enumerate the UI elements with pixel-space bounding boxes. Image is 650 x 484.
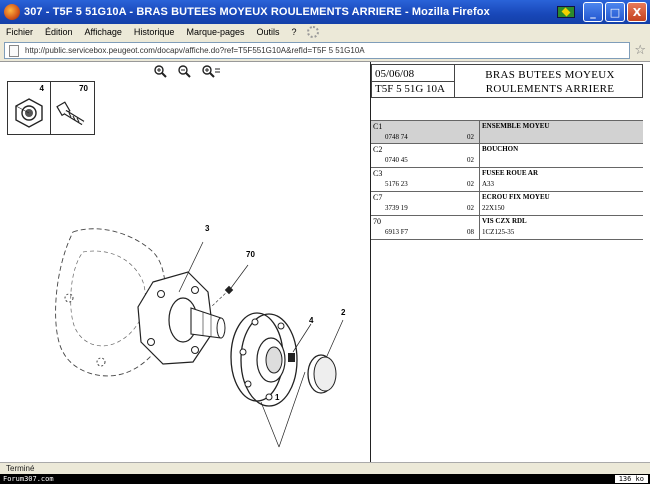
navigation-toolbar: http://public.servicebox.peugeot.com/doc… (0, 40, 650, 61)
status-bar: Terminé (0, 462, 650, 474)
zoom-reset-icon[interactable] (201, 64, 221, 81)
part-qty: 02 (467, 133, 474, 141)
part-description: VIS CZX RDL (482, 217, 527, 225)
menu-historique[interactable]: Historique (128, 27, 181, 37)
nut-icon (15, 98, 43, 128)
callout-2: 2 (341, 308, 346, 317)
zoom-toolbar (153, 64, 221, 81)
part-number: 6913 F7 (385, 228, 409, 236)
part-qty: 02 (467, 180, 474, 188)
window-titlebar[interactable]: 307 - T5F 5 51G10A - BRAS BUTEES MOYEUX … (0, 0, 650, 24)
language-flag-icon[interactable] (557, 6, 575, 18)
column-separator (479, 121, 480, 143)
doc-code: T5F 5 51G 10A (375, 83, 445, 95)
menu-edition[interactable]: Édition (39, 27, 79, 37)
page-icon (9, 44, 19, 57)
url-text[interactable]: http://public.servicebox.peugeot.com/doc… (25, 46, 365, 55)
document-header: 05/06/08 T5F 5 51G 10A BRAS BUTEES MOYEU… (371, 64, 643, 98)
parts-list: C1 0748 74 02 ENSEMBLE MOYEU C2 0740 45 … (371, 120, 643, 240)
firefox-icon (4, 4, 20, 20)
part-thumbnails: 4 70 (7, 81, 95, 135)
header-separator (454, 65, 455, 97)
thumbnail-number: 4 (39, 84, 44, 93)
thumbnail-number: 70 (79, 84, 88, 93)
part-number: 5176 23 (385, 180, 408, 188)
zoom-in-icon[interactable] (153, 64, 167, 81)
part-description: ENSEMBLE MOYEU (482, 122, 550, 130)
thumbnail-nut[interactable]: 4 (7, 81, 51, 135)
part-ref: C3 (373, 169, 383, 178)
part-description: BOUCHON (482, 145, 519, 153)
part-number: 3739 19 (385, 204, 408, 212)
callout-4: 4 (309, 316, 314, 325)
file-size-label: 136 ko (614, 475, 648, 483)
part-ref: C7 (373, 193, 383, 202)
menu-marque-pages[interactable]: Marque-pages (180, 27, 250, 37)
menu-fichier[interactable]: Fichier (0, 27, 39, 37)
zoom-out-icon[interactable] (177, 64, 191, 81)
table-row[interactable]: C2 0740 45 02 BOUCHON (371, 144, 643, 168)
menu-bar: Fichier Édition Affichage Historique Mar… (0, 24, 650, 40)
parts-frame: 05/06/08 T5F 5 51G 10A BRAS BUTEES MOYEU… (371, 62, 650, 463)
callout-70: 70 (246, 250, 255, 259)
page-content: 4 70 3 70 4 2 1 05/06/08 T5F 5 51G 10A B… (0, 61, 650, 463)
menu-help[interactable]: ? (286, 27, 303, 37)
header-rule (372, 81, 454, 82)
part-ref: 70 (373, 217, 381, 226)
forum-watermark: Forum307.com (0, 475, 54, 483)
maximize-button[interactable]: □ (605, 2, 625, 22)
url-bar[interactable]: http://public.servicebox.peugeot.com/doc… (4, 42, 631, 59)
table-row[interactable]: C1 0748 74 02 ENSEMBLE MOYEU (371, 120, 643, 144)
part-number: 0748 74 (385, 133, 408, 141)
loading-throbber-icon (306, 26, 319, 38)
exploded-view-diagram (55, 228, 344, 448)
doc-title-line2: ROULEMENTS ARRIERE (485, 83, 615, 95)
screw-icon (56, 101, 85, 126)
doc-title: BRAS BUTEES MOYEUX ROULEMENTS ARRIERE (458, 68, 642, 96)
bookmark-star-icon[interactable]: ☆ (634, 44, 646, 57)
part-qty: 02 (467, 156, 474, 164)
part-description: FUSEE ROUE AR (482, 169, 539, 177)
part-description: ECROU FIX MOYEU (482, 193, 550, 201)
minimize-button[interactable]: _ (583, 2, 603, 22)
menu-affichage[interactable]: Affichage (79, 27, 128, 37)
table-row[interactable]: C3 5176 23 02 FUSEE ROUE AR A33 (371, 168, 643, 192)
part-qty: 02 (467, 204, 474, 212)
column-separator (479, 216, 480, 239)
table-row[interactable]: 70 6913 F7 08 VIS CZX RDL 1CZ125-35 (371, 216, 643, 240)
column-separator (479, 168, 480, 191)
thumbnail-screw[interactable]: 70 (51, 81, 95, 135)
part-number: 0740 45 (385, 156, 408, 164)
part-qty: 08 (467, 228, 474, 236)
column-separator (479, 144, 480, 167)
status-text: Terminé (6, 464, 35, 473)
part-ref: C2 (373, 145, 383, 154)
table-row[interactable]: C7 3739 19 02 ECROU FIX MOYEU 22X150 (371, 192, 643, 216)
callout-3: 3 (205, 224, 210, 233)
part-ref: C1 (373, 122, 383, 131)
doc-title-line1: BRAS BUTEES MOYEUX (485, 69, 615, 81)
diagram-frame: 4 70 3 70 4 2 1 (3, 62, 370, 463)
menu-outils[interactable]: Outils (251, 27, 286, 37)
doc-date: 05/06/08 (375, 68, 415, 80)
close-button[interactable]: X (627, 2, 647, 22)
part-spec: 22X150 (482, 204, 505, 212)
watermark-strip: Forum307.com 136 ko (0, 474, 650, 484)
part-spec: 1CZ125-35 (482, 228, 515, 236)
column-separator (479, 192, 480, 215)
window-title: 307 - T5F 5 51G10A - BRAS BUTEES MOYEUX … (24, 6, 490, 18)
callout-1: 1 (275, 393, 280, 402)
part-spec: A33 (482, 180, 495, 188)
